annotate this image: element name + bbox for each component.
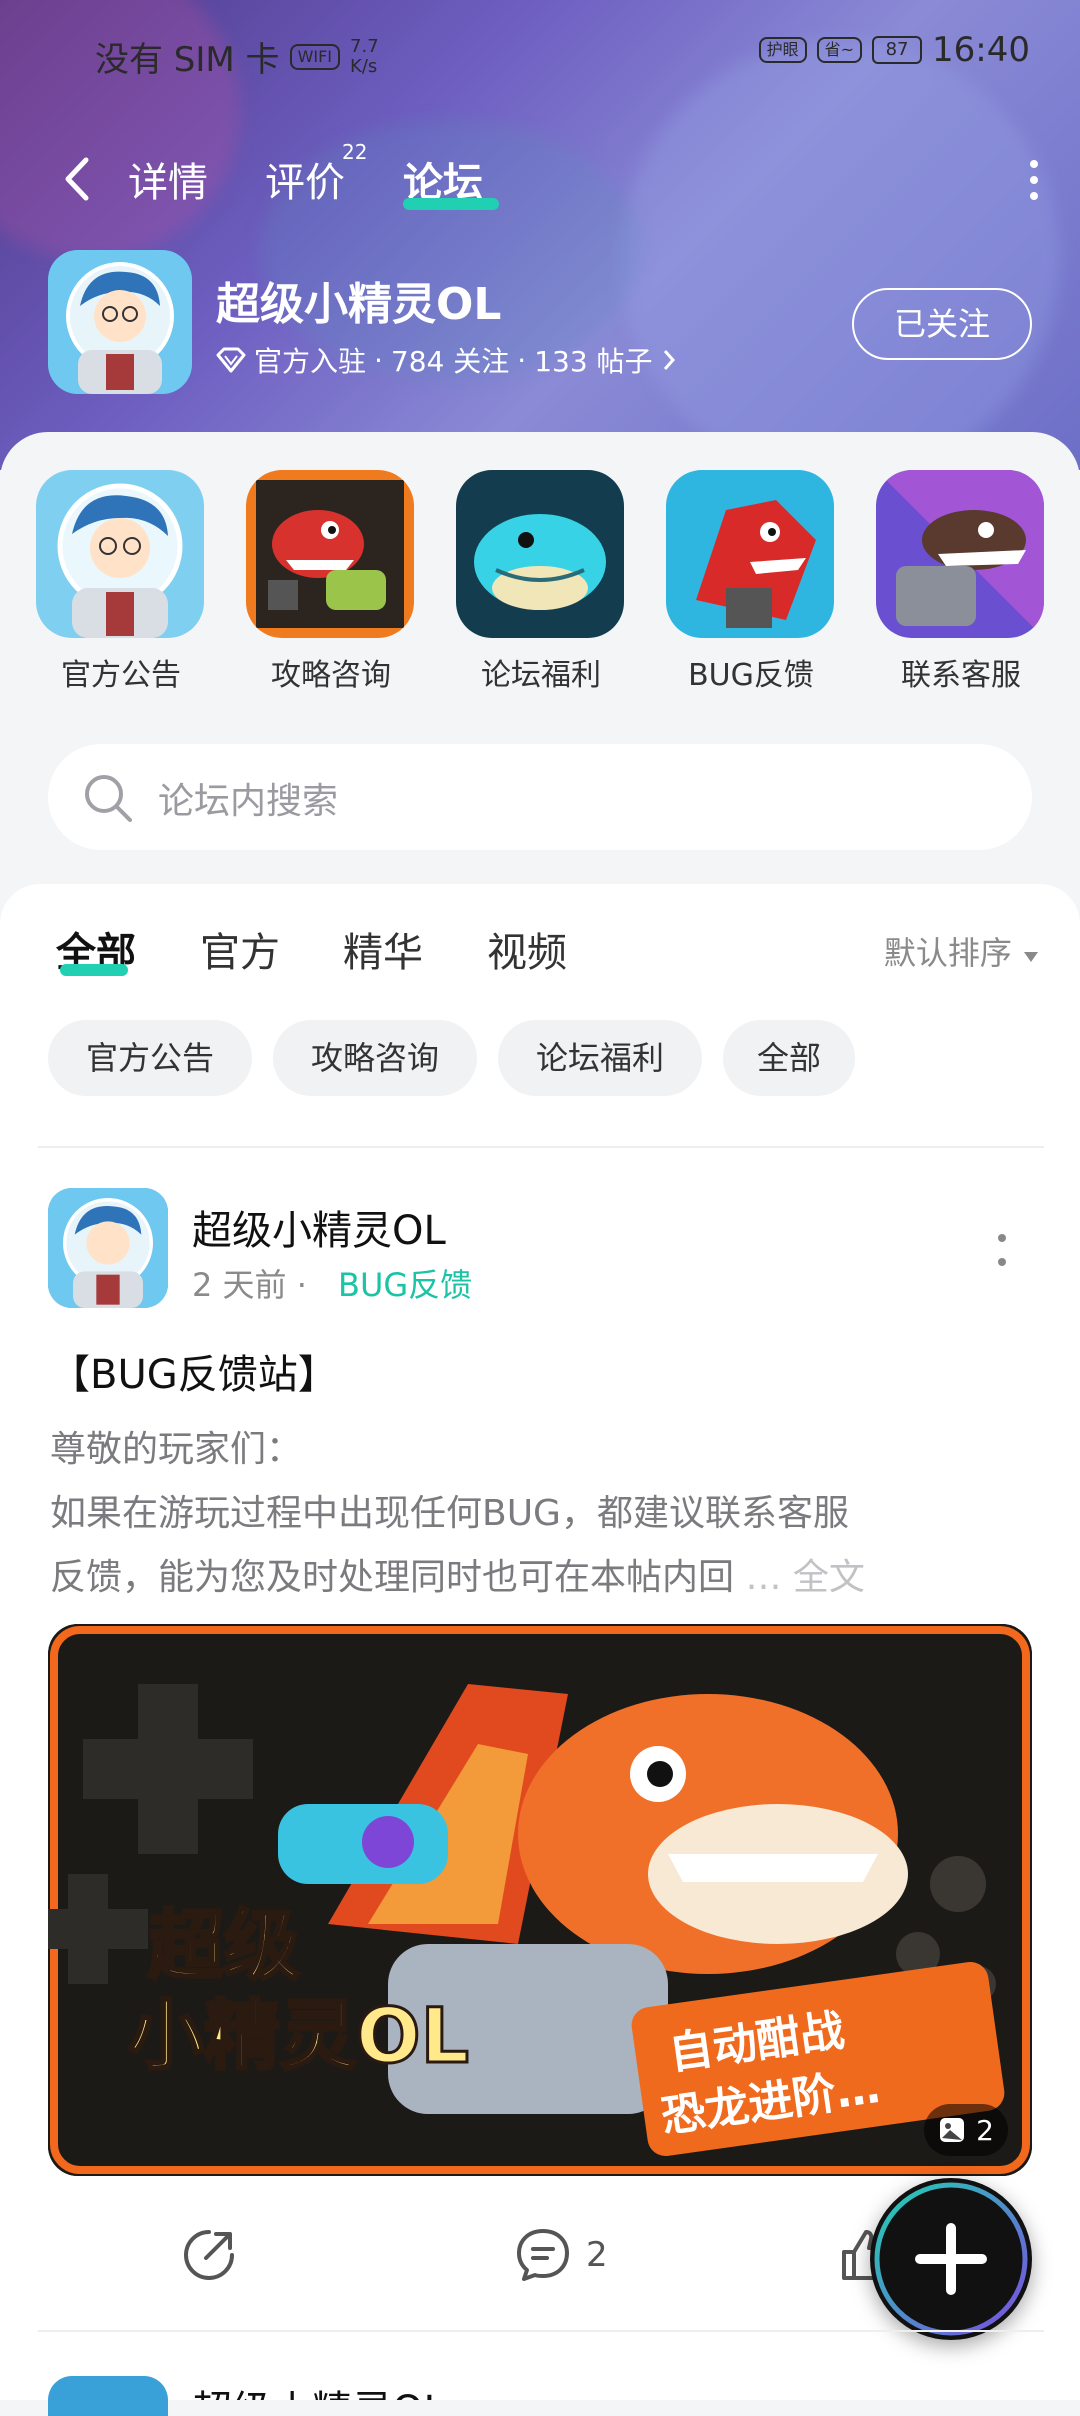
search-placeholder: 论坛内搜索 <box>158 781 339 822</box>
red-dragon-icon <box>666 470 834 638</box>
category-label: 攻略咨询 <box>271 658 391 693</box>
clock-text: 16:40 <box>932 30 1030 70</box>
post-more-icon[interactable] <box>996 1232 1008 1268</box>
tab-reviews[interactable]: 评价 <box>265 150 345 208</box>
tab-details[interactable]: 详情 <box>128 150 208 208</box>
post-image[interactable]: 超级 小精灵OL 自动酣战 恐龙进阶… 2 <box>48 1624 1032 2176</box>
category-label: BUG反馈 <box>688 658 814 693</box>
image-count-badge: 2 <box>924 2104 1008 2156</box>
game-meta[interactable]: 官方入驻 · 784 关注 · 133 帖子 <box>216 340 677 380</box>
status-bar: 没有 SIM 卡 WIFI 7.7 K/s 护眼 省~ 87 16:40 <box>0 0 1080 100</box>
blue-dino-icon <box>456 470 624 638</box>
divider <box>38 1146 1044 1148</box>
feed-tab-featured[interactable]: 精华 <box>343 920 423 978</box>
category-label: 联系客服 <box>901 658 1021 693</box>
post-count: 133 帖子 <box>534 345 653 378</box>
forum-search-input[interactable]: 论坛内搜索 <box>48 744 1032 850</box>
post-author-avatar[interactable] <box>48 1188 168 1308</box>
chip-all[interactable]: 全部 <box>723 1020 855 1096</box>
read-more-link[interactable]: 全文 <box>793 1557 865 1598</box>
ellipsis: … <box>745 1557 782 1598</box>
more-options-icon[interactable] <box>1028 158 1040 202</box>
post-tag[interactable]: BUG反馈 <box>338 1260 472 1306</box>
image-icon <box>940 2118 965 2142</box>
banner-title-line2: 小精灵OL <box>126 1990 470 2082</box>
brown-dino-icon <box>876 470 1044 638</box>
feed-tab-official[interactable]: 官方 <box>200 920 280 978</box>
active-tab-indicator <box>403 198 499 210</box>
red-dino-icon <box>246 470 414 638</box>
plus-icon <box>874 2182 1028 2336</box>
verified-label: 官方入驻 <box>254 345 367 378</box>
chip-strategy[interactable]: 攻略咨询 <box>273 1020 477 1096</box>
triangle-down-icon <box>1024 952 1038 962</box>
category-official-announcements[interactable]: 官方公告 <box>36 470 206 694</box>
wifi-icon: WIFI <box>289 43 341 70</box>
sort-dropdown[interactable]: 默认排序 <box>884 928 1040 974</box>
post-author-name[interactable]: 超级小精灵OL <box>192 1198 446 1256</box>
share-icon <box>184 2230 234 2280</box>
game-icon[interactable] <box>48 250 192 394</box>
back-arrow-icon[interactable] <box>58 154 98 204</box>
announcement-character-icon <box>36 470 204 638</box>
carrier-text: 没有 SIM 卡 <box>95 40 280 80</box>
followed-button[interactable]: 已关注 <box>852 288 1032 360</box>
diamond-verified-icon <box>216 347 246 373</box>
follow-count: 784 关注 <box>390 345 510 378</box>
power-save-icon: 省~ <box>816 37 863 63</box>
comment-icon <box>517 2229 569 2281</box>
next-post-avatar[interactable] <box>48 2376 168 2416</box>
category-label: 官方公告 <box>61 658 181 693</box>
share-button[interactable] <box>180 2226 238 2284</box>
network-speed: 7.7 K/s <box>350 35 379 77</box>
category-customer-service[interactable]: 联系客服 <box>876 470 1046 694</box>
category-strategy[interactable]: 攻略咨询 <box>246 470 416 694</box>
eye-care-icon: 护眼 <box>758 37 807 63</box>
divider <box>38 2330 1044 2332</box>
category-label: 论坛福利 <box>481 658 601 693</box>
chip-official[interactable]: 官方公告 <box>48 1020 252 1096</box>
feed-tab-video[interactable]: 视频 <box>487 920 567 978</box>
post-title[interactable]: 【BUG反馈站】 <box>50 1342 338 1400</box>
post-time: 2 天前 · <box>192 1266 307 1304</box>
post-excerpt[interactable]: 尊敬的玩家们： 如果在游玩过程中出现任何BUG，都建议联系客服 反馈，能为您及时… <box>50 1418 1010 1610</box>
comment-count: 2 <box>586 2235 608 2275</box>
top-nav: 详情 评价 22 论坛 <box>0 140 1080 220</box>
chevron-right-icon <box>663 350 675 370</box>
game-title: 超级小精灵OL <box>216 279 502 330</box>
chip-welfare[interactable]: 论坛福利 <box>498 1020 702 1096</box>
next-post-author[interactable]: 超级小精灵OL <box>192 2378 446 2400</box>
search-icon <box>85 775 132 822</box>
comment-button[interactable]: 2 <box>514 2226 608 2284</box>
create-post-button[interactable] <box>870 2178 1032 2340</box>
feed-tab-indicator <box>60 964 128 976</box>
reviews-count-badge: 22 <box>342 140 368 164</box>
category-bug-report[interactable]: BUG反馈 <box>666 470 836 694</box>
category-welfare[interactable]: 论坛福利 <box>456 470 626 694</box>
battery-icon: 87 <box>872 36 923 64</box>
